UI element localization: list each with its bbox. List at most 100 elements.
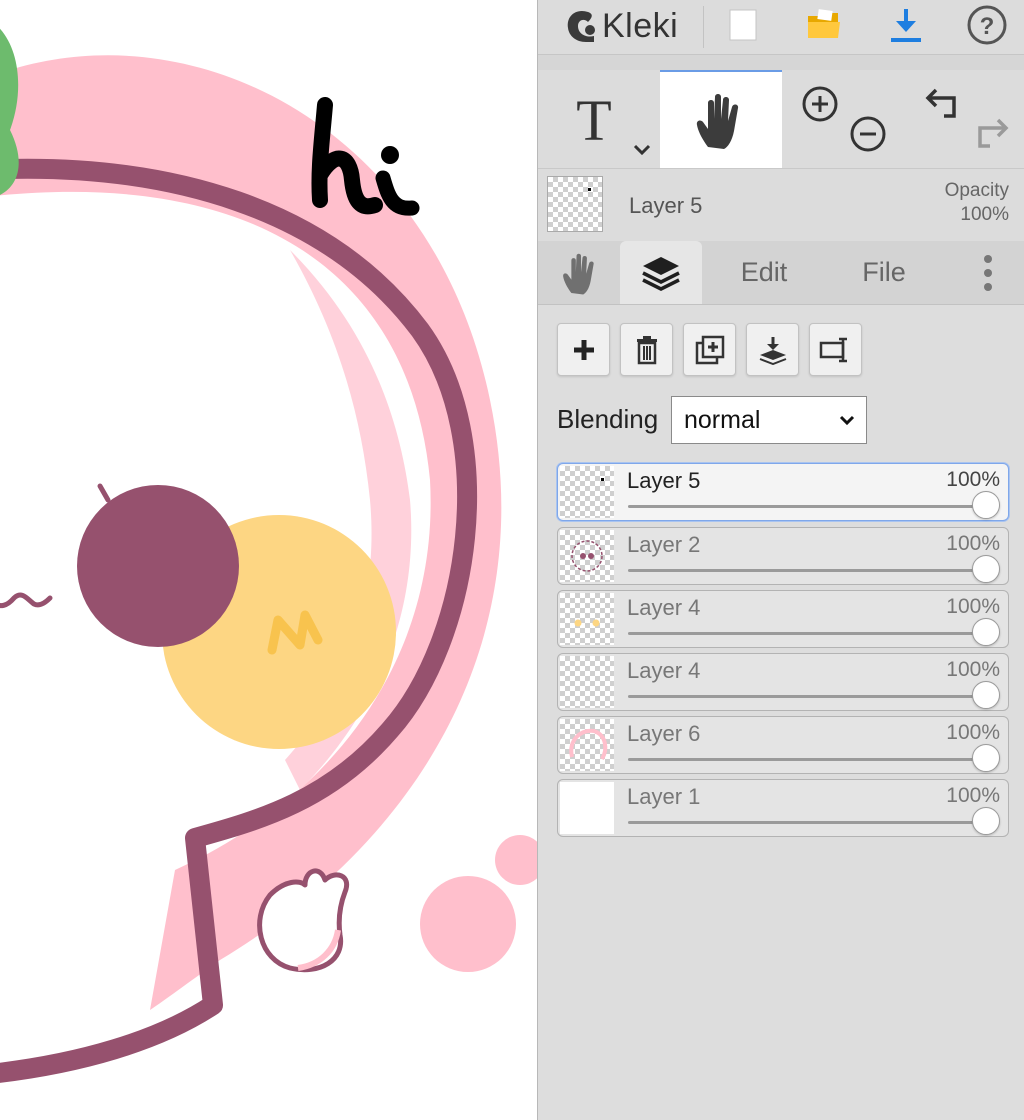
more-menu-button[interactable] [958,241,1018,304]
undo-redo-tool[interactable] [902,70,1024,168]
opacity-label: Opacity [944,180,1009,201]
zoom-tool[interactable] [784,70,900,168]
trash-icon [636,335,657,364]
layer-opacity: 100% [946,658,1000,681]
undo-redo-icon [925,88,1009,148]
zoom-in-out-icon [802,86,886,152]
hand-icon [563,253,594,294]
opacity-value: 100% [960,204,1009,225]
rename-icon [819,337,847,362]
layer-name: Layer 2 [627,532,701,557]
layer-item[interactable]: Layer 2 100% [557,527,1009,585]
toolbar-divider [703,6,704,48]
download-icon [891,9,921,42]
help-button[interactable]: ? [962,2,1012,48]
save-button[interactable] [881,2,931,48]
opacity-slider-handle[interactable] [972,555,1000,583]
app-name: Kleki [602,6,679,45]
top-toolbar: Kleki ? [538,0,1024,55]
new-image-button[interactable] [718,2,768,48]
side-panel: Kleki ? T Layer 5 Opacity 100% Edit File… [537,0,1024,1120]
squirrel-icon [567,10,595,42]
layer-opacity: 100% [946,595,1000,618]
layer-thumbnail-art [571,540,603,572]
opacity-slider-track[interactable] [628,632,986,635]
layer-thumbnail [560,782,614,834]
more-vertical-icon [984,254,992,291]
layer-thumbnail-art [574,619,600,627]
opacity-slider-track[interactable] [628,569,986,572]
layer-thumbnail [560,593,614,645]
tool-row: T [538,70,1024,169]
layer-opacity: 100% [946,721,1000,744]
layer-item[interactable]: Layer 1 100% [557,779,1009,837]
layer-item[interactable]: Layer 4 100% [557,590,1009,648]
hand-tool[interactable] [660,70,782,168]
opacity-slider-handle[interactable] [972,807,1000,835]
layer-name: Layer 6 [627,721,701,746]
plum-circle [77,485,239,647]
drawing-canvas[interactable] [0,0,537,1120]
layer-thumbnail [560,466,614,518]
add-layer-button[interactable] [557,323,610,376]
opacity-slider-handle[interactable] [972,618,1000,646]
rename-layer-button[interactable] [809,323,862,376]
canvas-artwork [0,29,537,1083]
blending-select[interactable]: normal [671,396,867,444]
hand-icon [696,94,739,149]
help-icon: ? [967,5,1007,45]
current-layer-opacity: Opacity 100% [945,179,1009,227]
layer-thumbnail [560,656,614,708]
tab-row: Edit File [538,241,1024,305]
layer-opacity: 100% [946,784,1000,807]
layer-item[interactable]: Layer 5 100% [557,463,1009,521]
mouth-squiggle [0,592,53,609]
opacity-slider-track[interactable] [628,758,986,761]
layer-name: Layer 5 [627,468,701,493]
opacity-slider-track[interactable] [628,505,986,508]
spacer [538,55,1024,70]
svg-text:T: T [576,88,611,153]
layer-opacity: 100% [946,468,1000,491]
blending-value: normal [684,405,761,434]
opacity-slider-track[interactable] [628,821,986,824]
current-layer-name: Layer 5 [629,193,703,218]
tab-hand[interactable] [542,241,620,304]
tab-file[interactable]: File [830,241,938,304]
pink-bubble-large [420,876,516,972]
layer-thumbnail-art [569,728,608,761]
duplicate-icon [695,335,724,364]
merge-down-icon [759,336,786,365]
opacity-slider-handle[interactable] [972,744,1000,772]
chevron-down-icon [839,415,855,426]
layer-name: Layer 4 [627,658,701,683]
opacity-slider-handle[interactable] [972,681,1000,709]
hi-letter-i [375,170,420,216]
svg-text:?: ? [980,13,995,40]
tab-layers[interactable] [620,241,702,304]
current-layer-thumbnail [547,176,603,232]
pink-bubble-small [495,835,537,885]
folder-icon [808,9,840,38]
add-layer-icon [573,339,594,360]
merge-down-button[interactable] [746,323,799,376]
layer-thumbnail [560,530,614,582]
opacity-slider-track[interactable] [628,695,986,698]
layer-item[interactable]: Layer 4 100% [557,653,1009,711]
current-layer-info: Layer 5 Opacity 100% [538,169,1024,241]
blending-label: Blending [557,404,659,434]
open-button[interactable] [799,2,849,48]
layer-name: Layer 1 [627,784,701,809]
layers-icon [642,256,680,291]
kleki-logo[interactable]: Kleki [560,4,678,48]
opacity-slider-handle[interactable] [972,491,1000,519]
layer-opacity: 100% [946,532,1000,555]
blank-page-icon [729,9,757,41]
text-tool[interactable]: T [538,70,658,168]
tab-edit[interactable]: Edit [712,241,816,304]
duplicate-layer-button[interactable] [683,323,736,376]
text-tool-icon: T [576,88,651,156]
layer-name: Layer 4 [627,595,701,620]
delete-layer-button[interactable] [620,323,673,376]
layer-item[interactable]: Layer 6 100% [557,716,1009,774]
